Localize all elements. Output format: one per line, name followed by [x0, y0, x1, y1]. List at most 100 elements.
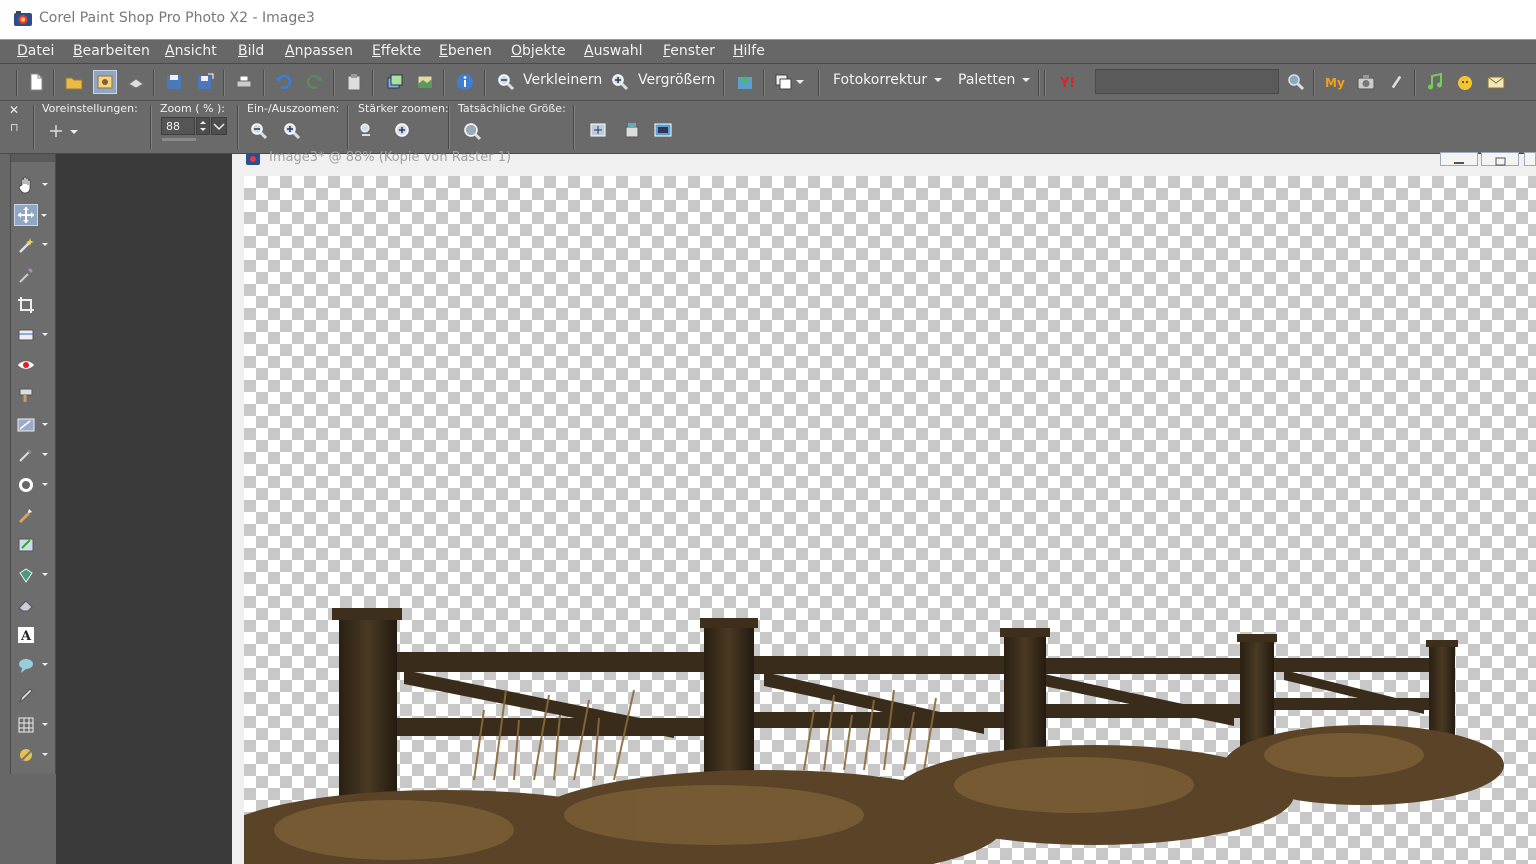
- menu-fenster[interactable]: Fenster: [663, 43, 715, 59]
- zoom-slider[interactable]: [162, 138, 196, 141]
- zoom-spinner[interactable]: [196, 117, 210, 135]
- chevron-down-icon: [42, 183, 48, 186]
- text-tool-icon[interactable]: A: [14, 624, 38, 646]
- zoom-dropdown[interactable]: [211, 117, 227, 135]
- menu-ebenen[interactable]: Ebenen: [439, 43, 492, 59]
- menu-auswahl[interactable]: Auswahl: [584, 43, 643, 59]
- my-yahoo-icon[interactable]: My: [1323, 70, 1347, 94]
- full-screen-icon[interactable]: [651, 118, 675, 142]
- zoom-more-in-icon[interactable]: [390, 119, 414, 143]
- picture-tube-icon[interactable]: [14, 744, 48, 766]
- magic-wand-icon[interactable]: [14, 234, 48, 256]
- menu-bild[interactable]: Bild: [238, 43, 264, 59]
- dropper-icon[interactable]: [14, 264, 38, 286]
- crop-icon[interactable]: [14, 294, 38, 316]
- menu-ansicht[interactable]: Ansicht: [165, 43, 217, 59]
- art-media-icon[interactable]: [14, 534, 38, 556]
- scratch-remover-icon[interactable]: [14, 414, 48, 436]
- flood-fill-icon[interactable]: [14, 564, 48, 586]
- menu-anpassen[interactable]: Anpassen: [285, 43, 353, 59]
- music-icon[interactable]: [1423, 70, 1447, 94]
- open-folder-icon[interactable]: [62, 70, 86, 94]
- pin-icon[interactable]: ⊓: [10, 121, 19, 134]
- eraser-icon[interactable]: [14, 594, 38, 616]
- menu-bearbeiten[interactable]: Bearbeiten: [73, 43, 150, 59]
- info-icon[interactable]: [453, 70, 477, 94]
- red-eye-icon[interactable]: [14, 354, 38, 376]
- preset-shape-icon[interactable]: [14, 654, 48, 676]
- presets-dropdown[interactable]: [47, 123, 79, 139]
- move-tool-icon[interactable]: [14, 204, 47, 226]
- svg-text:Y!: Y!: [1059, 76, 1075, 91]
- chevron-down-icon[interactable]: [796, 80, 804, 84]
- zoom-more-out-icon[interactable]: [355, 119, 379, 143]
- search-go-icon[interactable]: [1284, 70, 1308, 94]
- minimize-button[interactable]: [1440, 152, 1478, 166]
- fit-window-icon[interactable]: [586, 118, 610, 142]
- screen-presets-icon[interactable]: [772, 70, 796, 94]
- pan-tool-icon[interactable]: [14, 174, 48, 196]
- chevron-down-icon: [42, 753, 48, 756]
- tools-grip[interactable]: [11, 154, 55, 162]
- menu-datei[interactable]: Datei: [17, 43, 54, 59]
- redo-icon[interactable]: [302, 70, 326, 94]
- zoom-in-icon[interactable]: [608, 70, 632, 94]
- chevron-down-icon: [42, 573, 48, 576]
- zoom-field[interactable]: 88: [161, 117, 195, 135]
- minimize-icon: [1454, 162, 1464, 164]
- fit-image-icon[interactable]: [620, 118, 644, 142]
- toolbar-separator: [484, 70, 486, 96]
- layers-icon[interactable]: [383, 70, 407, 94]
- svg-text:My: My: [1325, 76, 1345, 90]
- close-doc-button[interactable]: [1524, 152, 1536, 166]
- zoom-out-icon[interactable]: [494, 70, 518, 94]
- dodge-icon[interactable]: [14, 474, 48, 496]
- maximize-button[interactable]: [1481, 152, 1519, 166]
- browse-icon[interactable]: [93, 70, 117, 94]
- makeover-icon[interactable]: [14, 384, 38, 406]
- tag-icon[interactable]: [1384, 70, 1408, 94]
- clone-brush-icon[interactable]: [14, 444, 48, 466]
- palettes-label: Paletten: [958, 72, 1016, 88]
- scan-icon[interactable]: [124, 70, 148, 94]
- close-icon[interactable]: ✕: [9, 103, 19, 117]
- search-input[interactable]: [1095, 69, 1279, 94]
- chevron-down-icon: [42, 333, 48, 336]
- save-icon[interactable]: [162, 70, 186, 94]
- print-icon[interactable]: [232, 70, 256, 94]
- svg-text:A: A: [20, 629, 32, 644]
- menu-effekte[interactable]: Effekte: [372, 43, 421, 59]
- menu-objekte[interactable]: Objekte: [511, 43, 566, 59]
- menu-hilfe[interactable]: Hilfe: [733, 43, 765, 59]
- paste-icon[interactable]: [342, 70, 366, 94]
- zoom-label: Zoom ( % ):: [160, 102, 225, 115]
- new-file-icon[interactable]: [24, 70, 48, 94]
- zoom-out-option-icon[interactable]: [247, 119, 271, 143]
- yahoo-icon[interactable]: Y!: [1057, 70, 1081, 94]
- mesh-warp-icon[interactable]: [14, 714, 48, 736]
- palettes-menu[interactable]: Paletten: [958, 72, 1031, 88]
- undo-icon[interactable]: [272, 70, 296, 94]
- zoom-in-button[interactable]: Vergrößern: [638, 72, 715, 88]
- toolbar-grip: [16, 70, 18, 96]
- pen-tool-icon[interactable]: [14, 684, 38, 706]
- toolbar-separator: [1414, 70, 1416, 96]
- zoom-in-option-icon[interactable]: [280, 119, 304, 143]
- title-bar: Corel Paint Shop Pro Photo X2 - Image3: [0, 0, 1536, 40]
- paint-brush-icon[interactable]: [14, 504, 38, 526]
- chevron-down-icon: [1022, 78, 1031, 82]
- options-separator: [448, 105, 450, 149]
- toolbar-separator: [372, 70, 374, 96]
- zoom-out-button[interactable]: Verkleinern: [523, 72, 602, 88]
- options-separator: [150, 105, 152, 149]
- save-as-icon[interactable]: [193, 70, 217, 94]
- actual-size-icon[interactable]: [460, 119, 484, 143]
- camera-icon[interactable]: [1354, 70, 1378, 94]
- messenger-icon[interactable]: [1453, 70, 1477, 94]
- export-icon[interactable]: [733, 70, 757, 94]
- photo-fix-menu[interactable]: Fotokorrektur: [833, 72, 943, 88]
- app-icon: [14, 11, 32, 26]
- materials-icon[interactable]: [413, 70, 437, 94]
- mail-icon[interactable]: [1484, 70, 1508, 94]
- straighten-icon[interactable]: [14, 324, 48, 346]
